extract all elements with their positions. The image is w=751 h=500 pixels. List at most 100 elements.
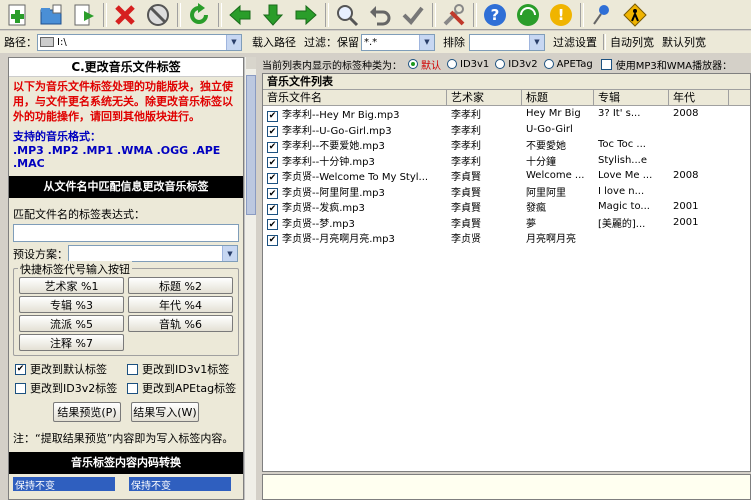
tag-artist-button[interactable]: 艺术家 %1 xyxy=(19,277,124,294)
table-cell: 3? It' s... xyxy=(594,108,669,119)
target-encoding-select[interactable]: 保持不变 xyxy=(129,477,231,492)
table-row[interactable]: ✔ 李贞贤--Welcome To My Styl... 李貞賢 Welcome ..… xyxy=(263,168,750,184)
search-icon[interactable] xyxy=(333,2,361,28)
check-id3v1-tag[interactable]: 更改到ID3v1标签 xyxy=(127,361,239,377)
chevron-down-icon[interactable]: ▼ xyxy=(222,246,237,261)
col-filename[interactable]: 音乐文件名 xyxy=(263,90,447,105)
web-icon[interactable] xyxy=(514,2,542,28)
exit-icon[interactable] xyxy=(621,2,649,28)
chevron-down-icon[interactable]: ▼ xyxy=(226,34,241,50)
arrow-left-icon[interactable] xyxy=(226,2,254,28)
col-year[interactable]: 年代 xyxy=(669,90,729,105)
tag-album-button[interactable]: 专辑 %3 xyxy=(19,296,124,313)
path-combo[interactable]: I:\ ▼ xyxy=(37,33,242,51)
col-album[interactable]: 专辑 xyxy=(594,90,669,105)
cell-text: 李孝利--U-Go-Girl.mp3 xyxy=(282,125,392,137)
filter-combo[interactable]: *.* ▼ xyxy=(361,33,435,51)
radio-id3v1[interactable] xyxy=(447,59,457,69)
cell-text: 李孝利 xyxy=(451,141,481,153)
table-cell: 李孝利 xyxy=(447,122,522,137)
table-row[interactable]: ✔ 李孝利--Hey Mr Big.mp3 李孝利 Hey Mr Big 3? It' … xyxy=(263,106,750,122)
table-row[interactable]: ✔ 李贞贤--阿里阿里.mp3 李貞賢 阿里阿里 I love n... xyxy=(263,184,750,199)
cell-text: 2008 xyxy=(673,108,699,120)
check-icon[interactable] xyxy=(399,2,427,28)
tools-icon[interactable] xyxy=(440,2,468,28)
auto-width-button[interactable]: 自动列宽 xyxy=(610,34,654,50)
table-row[interactable]: ✔ 李贞贤--月亮啊月亮.mp3 李贞贤 月亮啊月亮 xyxy=(263,230,750,246)
arrow-down-icon[interactable] xyxy=(259,2,287,28)
table-row[interactable]: ✔ 李孝利--U-Go-Girl.mp3 李孝利 U-Go-Girl xyxy=(263,122,750,137)
chevron-down-icon[interactable]: ▼ xyxy=(529,34,544,50)
export-icon[interactable] xyxy=(70,2,98,28)
check-default-tag[interactable]: ✔ 更改到默认标签 xyxy=(15,361,127,377)
check-apetag-tag[interactable]: 更改到APEtag标签 xyxy=(127,380,239,396)
filter-value: *.* xyxy=(364,36,378,48)
checkbox[interactable] xyxy=(127,363,138,375)
scroll-thumb[interactable] xyxy=(246,75,256,215)
row-checkbox[interactable]: ✔ xyxy=(267,141,278,153)
left-panel-scrollbar[interactable] xyxy=(244,57,256,500)
stop-icon[interactable] xyxy=(144,2,172,28)
checkbox[interactable]: ✔ xyxy=(15,363,26,375)
preview-button[interactable]: 结果预览(P) xyxy=(53,402,121,422)
table-cell: 李贞贤 xyxy=(447,230,522,245)
table-cell: Welcome ... xyxy=(522,170,594,181)
checkbox[interactable] xyxy=(15,382,26,394)
row-checkbox[interactable]: ✔ xyxy=(267,172,278,184)
row-checkbox[interactable]: ✔ xyxy=(267,203,278,215)
exclude-combo[interactable]: ▼ xyxy=(469,33,545,51)
toolbar-separator xyxy=(218,2,222,27)
refresh-icon[interactable] xyxy=(185,2,213,28)
preset-select[interactable]: ▼ xyxy=(68,245,238,262)
cell-text: Stylish...e xyxy=(598,154,647,166)
undo-icon[interactable] xyxy=(366,2,394,28)
tag-track-button[interactable]: 音轨 %6 xyxy=(128,315,233,332)
default-width-button[interactable]: 默认列宽 xyxy=(662,34,706,50)
load-path-button[interactable]: 载入路径 xyxy=(252,34,296,50)
table-row[interactable]: ✔ 李贞贤--发疯.mp3 李貞賢 發瘋 Magic to... 2001 xyxy=(263,199,750,215)
tag-year-button[interactable]: 年代 %4 xyxy=(128,296,233,313)
radio-id3v2[interactable] xyxy=(495,59,506,69)
help-icon[interactable]: ? xyxy=(481,2,509,28)
row-checkbox[interactable]: ✔ xyxy=(267,219,278,230)
pattern-input[interactable] xyxy=(13,224,239,242)
add-file-icon[interactable] xyxy=(4,2,32,28)
add-folder-icon[interactable] xyxy=(37,2,65,28)
cell-text: U-Go-Girl xyxy=(526,123,573,135)
row-checkbox[interactable]: ✔ xyxy=(267,110,278,122)
radio-label: ID3v1 xyxy=(460,58,490,70)
write-button[interactable]: 结果写入(W) xyxy=(131,402,199,422)
radio-label: APETag xyxy=(556,58,593,70)
col-artist[interactable]: 艺术家 xyxy=(447,90,522,105)
pin-icon[interactable] xyxy=(588,2,616,28)
table-row[interactable]: ✔ 李孝利--十分钟.mp3 李孝利 十分鐘 Stylish...e xyxy=(263,153,750,168)
cell-filename: ✔ 李孝利--U-Go-Girl.mp3 xyxy=(263,122,447,137)
checkbox[interactable] xyxy=(127,382,138,394)
scroll-up-button[interactable] xyxy=(246,57,256,69)
arrow-right-icon[interactable] xyxy=(292,2,320,28)
delete-icon[interactable] xyxy=(111,2,139,28)
chevron-down-icon[interactable]: ▼ xyxy=(419,34,434,50)
info-icon[interactable]: ! xyxy=(547,2,575,28)
tag-title-button[interactable]: 标题 %2 xyxy=(128,277,233,294)
col-title[interactable]: 标题 xyxy=(522,90,594,105)
cell-text: 李貞賢 xyxy=(451,203,481,215)
tag-genre-button[interactable]: 流派 %5 xyxy=(19,315,124,332)
filter-settings-button[interactable]: 过滤设置 xyxy=(553,34,597,50)
cell-text: 李贞贤 xyxy=(451,234,481,246)
cell-text: Welcome ... xyxy=(526,170,585,182)
use-player-checkbox[interactable] xyxy=(600,58,612,70)
row-checkbox[interactable]: ✔ xyxy=(267,126,278,137)
radio-default[interactable] xyxy=(408,59,418,69)
row-checkbox[interactable]: ✔ xyxy=(267,234,278,246)
table-row[interactable]: ✔ 李孝利--不要爱她.mp3 李孝利 不要愛她 Toc Toc ... xyxy=(263,137,750,153)
row-checkbox[interactable]: ✔ xyxy=(267,157,278,168)
radio-apetag[interactable] xyxy=(543,59,554,69)
tag-comment-button[interactable]: 注释 %7 xyxy=(19,334,124,351)
row-checkbox[interactable]: ✔ xyxy=(267,188,278,199)
source-encoding-select[interactable]: 保持不变 xyxy=(13,477,115,492)
table-row[interactable]: ✔ 李贞贤--梦.mp3 李貞賢 夢 [美麗的]... 2001 xyxy=(263,215,750,230)
usage-note: 以下为音乐文件标签处理的功能版块，独立使用，与文件更名系统无关。除更改音乐标签以… xyxy=(13,80,233,123)
check-id3v2-tag[interactable]: 更改到ID3v2标签 xyxy=(15,380,127,396)
toolbar-separator xyxy=(177,2,181,27)
